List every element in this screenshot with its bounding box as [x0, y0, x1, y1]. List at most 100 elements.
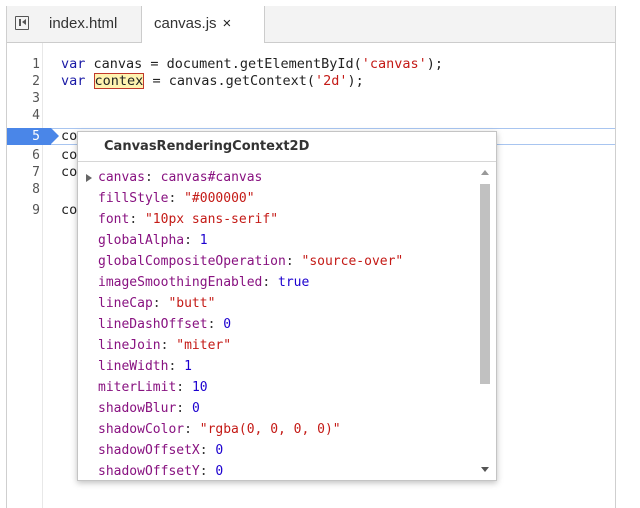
property-separator: : — [144, 170, 161, 185]
property-key: canvas — [98, 170, 145, 185]
devtools-sources-panel: index.html canvas.js × 1 2 3 4 5 6 7 8 9 … — [6, 6, 616, 508]
property-value: "miter" — [176, 338, 232, 353]
keyword: var — [61, 56, 86, 72]
property-row: lineCap: "butt" — [78, 293, 215, 314]
code-text: = canvas.getContext( — [144, 73, 315, 89]
code-text: canvas = document.getElementById( — [85, 56, 362, 72]
property-value: 1 — [199, 233, 208, 248]
popover-scrollbar[interactable] — [478, 166, 492, 478]
property-separator: : — [199, 464, 216, 479]
code-line-2[interactable]: var contex = canvas.getContext('2d'); — [61, 73, 364, 90]
expand-triangle-icon[interactable] — [86, 174, 92, 182]
property-separator: : — [168, 359, 185, 374]
property-value: 1 — [184, 359, 192, 374]
property-row: imageSmoothingEnabled: true — [78, 272, 309, 293]
code-line-5[interactable]: co — [61, 128, 77, 145]
scroll-down-arrow-icon[interactable] — [481, 467, 489, 472]
line-number[interactable]: 8 — [7, 181, 43, 198]
property-row: shadowBlur: 0 — [78, 398, 200, 419]
property-separator: : — [262, 275, 279, 290]
hovered-identifier[interactable]: contex — [93, 73, 145, 89]
property-value: "butt" — [168, 296, 216, 311]
line-number[interactable]: 4 — [7, 107, 43, 124]
property-key: shadowOffsetX — [98, 443, 200, 458]
property-key: miterLimit — [98, 380, 177, 395]
property-value: "10px sans-serif" — [144, 212, 279, 227]
object-preview-popover[interactable]: CanvasRenderingContext2D canvas: canvas#… — [77, 131, 497, 481]
property-value: canvas#canvas — [160, 170, 263, 185]
scroll-up-arrow-icon[interactable] — [481, 170, 489, 175]
string-literal: 'canvas' — [361, 56, 427, 72]
line-number[interactable]: 9 — [7, 202, 43, 219]
property-value: 0 — [191, 401, 200, 416]
property-key: globalAlpha — [98, 233, 185, 248]
property-list[interactable]: canvas: canvas#canvas fillStyle: "#000000… — [78, 167, 473, 480]
code-line-9[interactable]: co — [61, 202, 77, 219]
property-value: "#000000" — [184, 191, 255, 206]
property-value: 0 — [215, 443, 224, 458]
property-separator: : — [184, 233, 200, 248]
property-row: shadowColor: "rgba(0, 0, 0, 0)" — [78, 419, 341, 440]
tab-label: index.html — [49, 15, 118, 32]
property-separator: : — [199, 443, 216, 458]
property-key: lineJoin — [98, 338, 161, 353]
editor-tab-bar: index.html canvas.js × — [7, 6, 615, 43]
property-row[interactable]: canvas: canvas#canvas — [78, 167, 262, 188]
code-editor[interactable]: 1 2 3 4 5 6 7 8 9 var canvas = document.… — [7, 43, 615, 508]
code-line-1[interactable]: var canvas = document.getElementById('ca… — [61, 56, 443, 73]
property-row: globalAlpha: 1 — [78, 230, 208, 251]
property-separator: : — [168, 191, 185, 206]
property-row: miterLimit: 10 — [78, 377, 208, 398]
property-key: shadowOffsetY — [98, 464, 200, 479]
property-key: imageSmoothingEnabled — [98, 275, 263, 290]
property-separator: : — [160, 338, 177, 353]
property-key: lineDashOffset — [98, 317, 208, 332]
property-separator: : — [207, 317, 224, 332]
property-separator: : — [176, 380, 192, 395]
property-key: fillStyle — [98, 191, 169, 206]
line-number[interactable]: 2 — [7, 73, 43, 90]
property-value: 0 — [223, 317, 232, 332]
property-value: true — [278, 275, 310, 290]
property-key: lineCap — [98, 296, 153, 311]
string-literal: '2d' — [315, 73, 348, 89]
property-separator: : — [285, 254, 302, 269]
scrollbar-thumb[interactable] — [480, 184, 490, 384]
property-separator: : — [176, 401, 192, 416]
active-line-number[interactable]: 5 — [7, 128, 59, 145]
line-number[interactable]: 7 — [7, 164, 43, 181]
code-text: ); — [347, 73, 364, 89]
property-row: lineDashOffset: 0 — [78, 314, 231, 335]
toggle-navigator-icon[interactable] — [15, 16, 29, 30]
property-row: fillStyle: "#000000" — [78, 188, 255, 209]
property-key: font — [98, 212, 130, 227]
tab-label: canvas.js — [154, 15, 217, 32]
code-line-7[interactable]: co — [61, 164, 77, 181]
property-row: globalCompositeOperation: "source-over" — [78, 251, 403, 272]
line-number[interactable]: 6 — [7, 147, 43, 164]
close-tab-icon[interactable]: × — [223, 6, 232, 42]
property-separator: : — [129, 212, 145, 227]
code-text: ); — [426, 56, 444, 72]
property-key: lineWidth — [98, 359, 169, 374]
property-row: lineJoin: "miter" — [78, 335, 231, 356]
property-row: shadowOffsetX: 0 — [78, 440, 223, 461]
property-value: 0 — [215, 464, 224, 479]
tab-index-html[interactable]: index.html — [37, 6, 139, 42]
tab-canvas-js[interactable]: canvas.js × — [141, 6, 265, 43]
property-row: shadowOffsetY: 0 — [78, 461, 223, 480]
line-number[interactable]: 1 — [7, 56, 43, 73]
property-value: "source-over" — [301, 254, 404, 269]
property-separator: : — [184, 422, 200, 437]
code-line-6[interactable]: co — [61, 147, 77, 164]
property-key: shadowBlur — [98, 401, 177, 416]
line-number[interactable]: 3 — [7, 90, 43, 107]
keyword: var — [61, 73, 86, 89]
property-key: globalCompositeOperation — [98, 254, 286, 269]
property-value: "rgba(0, 0, 0, 0)" — [199, 422, 341, 437]
property-row: lineWidth: 1 — [78, 356, 192, 377]
popover-title: CanvasRenderingContext2D — [78, 132, 496, 162]
property-row: font: "10px sans-serif" — [78, 209, 278, 230]
property-key: shadowColor — [98, 422, 185, 437]
